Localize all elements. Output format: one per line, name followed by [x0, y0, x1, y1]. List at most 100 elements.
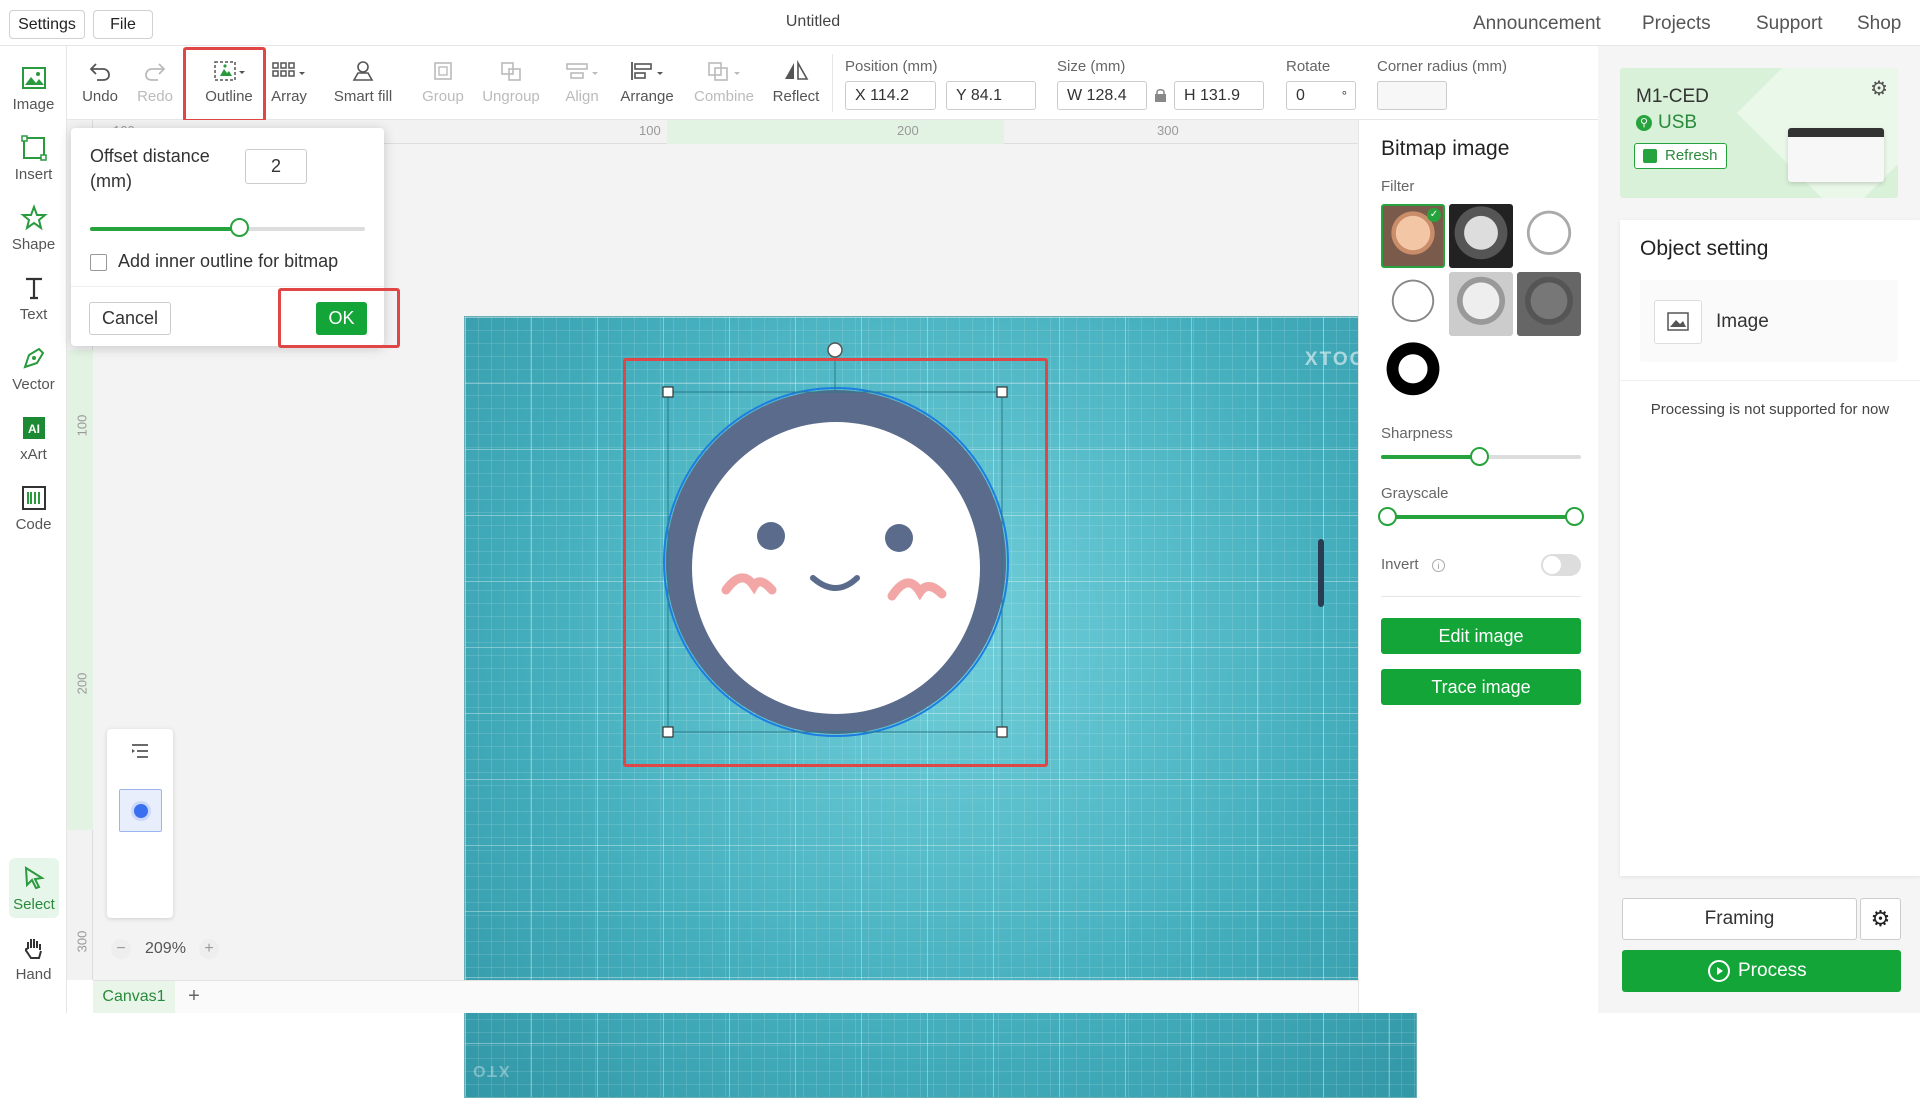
- support-link[interactable]: Support: [1756, 13, 1823, 35]
- object-setting-panel: Object setting Image Processing is not s…: [1620, 220, 1920, 876]
- corner-radius-input[interactable]: [1377, 81, 1447, 110]
- tool-select[interactable]: Select: [9, 858, 59, 918]
- object-type-label: Image: [1716, 311, 1769, 332]
- slider-knob-max[interactable]: [1565, 507, 1584, 526]
- tool-image[interactable]: Image: [0, 64, 67, 113]
- undo-button[interactable]: Undo: [78, 60, 122, 105]
- ungroup-button[interactable]: Ungroup: [477, 60, 545, 105]
- framing-button[interactable]: Framing: [1622, 898, 1857, 940]
- align-label: Align: [565, 88, 599, 105]
- size-w-input[interactable]: W 128.4: [1057, 81, 1147, 110]
- tool-image-label: Image: [12, 96, 55, 113]
- tool-vector-label: Vector: [12, 376, 55, 393]
- tool-vector[interactable]: Vector: [0, 344, 67, 393]
- array-button[interactable]: Array: [264, 60, 314, 105]
- trace-image-button[interactable]: Trace image: [1381, 669, 1581, 705]
- image-icon: [21, 67, 46, 89]
- unsupported-message: Processing is not supported for now: [1650, 401, 1890, 418]
- device-settings-icon[interactable]: ⚙: [1870, 76, 1888, 101]
- framing-label: Framing: [1704, 908, 1775, 929]
- align-button[interactable]: Align: [557, 60, 607, 105]
- filter-halftone[interactable]: [1449, 204, 1513, 268]
- group-label: Group: [422, 88, 464, 105]
- layer-item[interactable]: [119, 789, 162, 832]
- gear-icon: ⚙: [1870, 906, 1891, 931]
- slider-knob-min[interactable]: [1378, 507, 1397, 526]
- tool-xart[interactable]: AI xArt: [0, 414, 67, 463]
- left-toolbar: Image Insert Shape Text Vector AI xArt C…: [0, 46, 67, 1013]
- canvas-edge-tab: [1318, 539, 1324, 607]
- group-button[interactable]: Group: [418, 60, 468, 105]
- ruler-tick: 100: [74, 414, 90, 437]
- tool-shape-label: Shape: [11, 236, 56, 253]
- layers-list-icon[interactable]: [129, 741, 151, 768]
- cancel-button[interactable]: Cancel: [89, 302, 171, 335]
- filter-lineart[interactable]: [1381, 272, 1445, 336]
- arrange-button[interactable]: Arrange: [617, 60, 677, 105]
- document-title: Untitled: [785, 13, 841, 30]
- insert-icon: [20, 135, 47, 161]
- play-icon: [1708, 960, 1730, 982]
- canvas-tab[interactable]: Canvas1: [93, 981, 175, 1013]
- shop-link[interactable]: Shop: [1857, 13, 1901, 35]
- position-y-input[interactable]: Y 84.1: [946, 81, 1036, 110]
- edit-image-button[interactable]: Edit image: [1381, 618, 1581, 654]
- filter-emboss[interactable]: [1517, 272, 1581, 336]
- slider-knob[interactable]: [1470, 447, 1489, 466]
- filter-threshold[interactable]: [1381, 340, 1445, 404]
- redo-label: Redo: [137, 88, 173, 105]
- tool-insert[interactable]: Insert: [0, 134, 67, 183]
- mat-brand-bottom: XTO: [471, 1062, 510, 1079]
- undo-label: Undo: [82, 88, 118, 105]
- zoom-out-button[interactable]: −: [111, 939, 131, 959]
- process-button[interactable]: Process: [1622, 950, 1901, 992]
- combine-button[interactable]: Combine: [692, 60, 756, 105]
- svg-text:AI: AI: [28, 422, 40, 436]
- tool-hand-label: Hand: [15, 966, 52, 983]
- projects-link[interactable]: Projects: [1642, 13, 1711, 35]
- rotate-input[interactable]: 0 °: [1286, 81, 1356, 110]
- offset-distance-slider[interactable]: [90, 218, 365, 242]
- combine-icon: [708, 62, 740, 81]
- invert-toggle[interactable]: [1541, 554, 1581, 576]
- size-h-input[interactable]: H 131.9: [1174, 81, 1264, 110]
- smart-fill-icon: [352, 61, 374, 81]
- framing-settings-button[interactable]: ⚙: [1860, 898, 1901, 940]
- array-label: Array: [271, 88, 307, 105]
- reflect-icon: [785, 60, 809, 80]
- object-highlight: [623, 358, 1048, 767]
- lock-icon[interactable]: [1154, 88, 1167, 108]
- object-setting-title: Object setting: [1640, 237, 1769, 260]
- align-icon: [566, 63, 598, 79]
- inner-outline-label: Add inner outline for bitmap: [118, 251, 339, 271]
- tool-code[interactable]: Code: [0, 484, 67, 533]
- reflect-label: Reflect: [772, 88, 820, 105]
- add-tab-button[interactable]: +: [181, 981, 207, 1013]
- tool-shape[interactable]: Shape: [0, 204, 67, 253]
- smart-fill-button[interactable]: Smart fill: [328, 60, 398, 105]
- filter-grayscale[interactable]: [1449, 272, 1513, 336]
- combine-label: Combine: [693, 88, 755, 105]
- redo-button[interactable]: Redo: [133, 60, 177, 105]
- rotate-label: Rotate: [1286, 58, 1331, 75]
- reflect-button[interactable]: Reflect: [769, 60, 823, 105]
- sharpness-slider[interactable]: [1381, 446, 1581, 468]
- refresh-button[interactable]: Refresh: [1634, 143, 1727, 169]
- announcement-link[interactable]: Announcement: [1473, 13, 1601, 35]
- zoom-in-button[interactable]: +: [199, 939, 219, 959]
- text-icon: [25, 277, 42, 300]
- filter-original[interactable]: ✓: [1381, 204, 1445, 268]
- offset-distance-input[interactable]: 2: [245, 149, 307, 184]
- refresh-label: Refresh: [1665, 147, 1718, 164]
- slider-knob[interactable]: [230, 218, 249, 237]
- info-icon[interactable]: i: [1432, 559, 1445, 572]
- checkbox-box[interactable]: [90, 254, 107, 271]
- zoom-control: − 209% +: [107, 936, 225, 964]
- grayscale-slider[interactable]: [1378, 506, 1584, 528]
- bitmap-panel-title: Bitmap image: [1381, 137, 1510, 160]
- tool-hand[interactable]: Hand: [0, 934, 67, 983]
- position-x-input[interactable]: X 114.2: [845, 81, 936, 110]
- connection-type: USB: [1658, 112, 1698, 133]
- filter-sketch[interactable]: [1517, 204, 1581, 268]
- tool-text[interactable]: Text: [0, 274, 67, 323]
